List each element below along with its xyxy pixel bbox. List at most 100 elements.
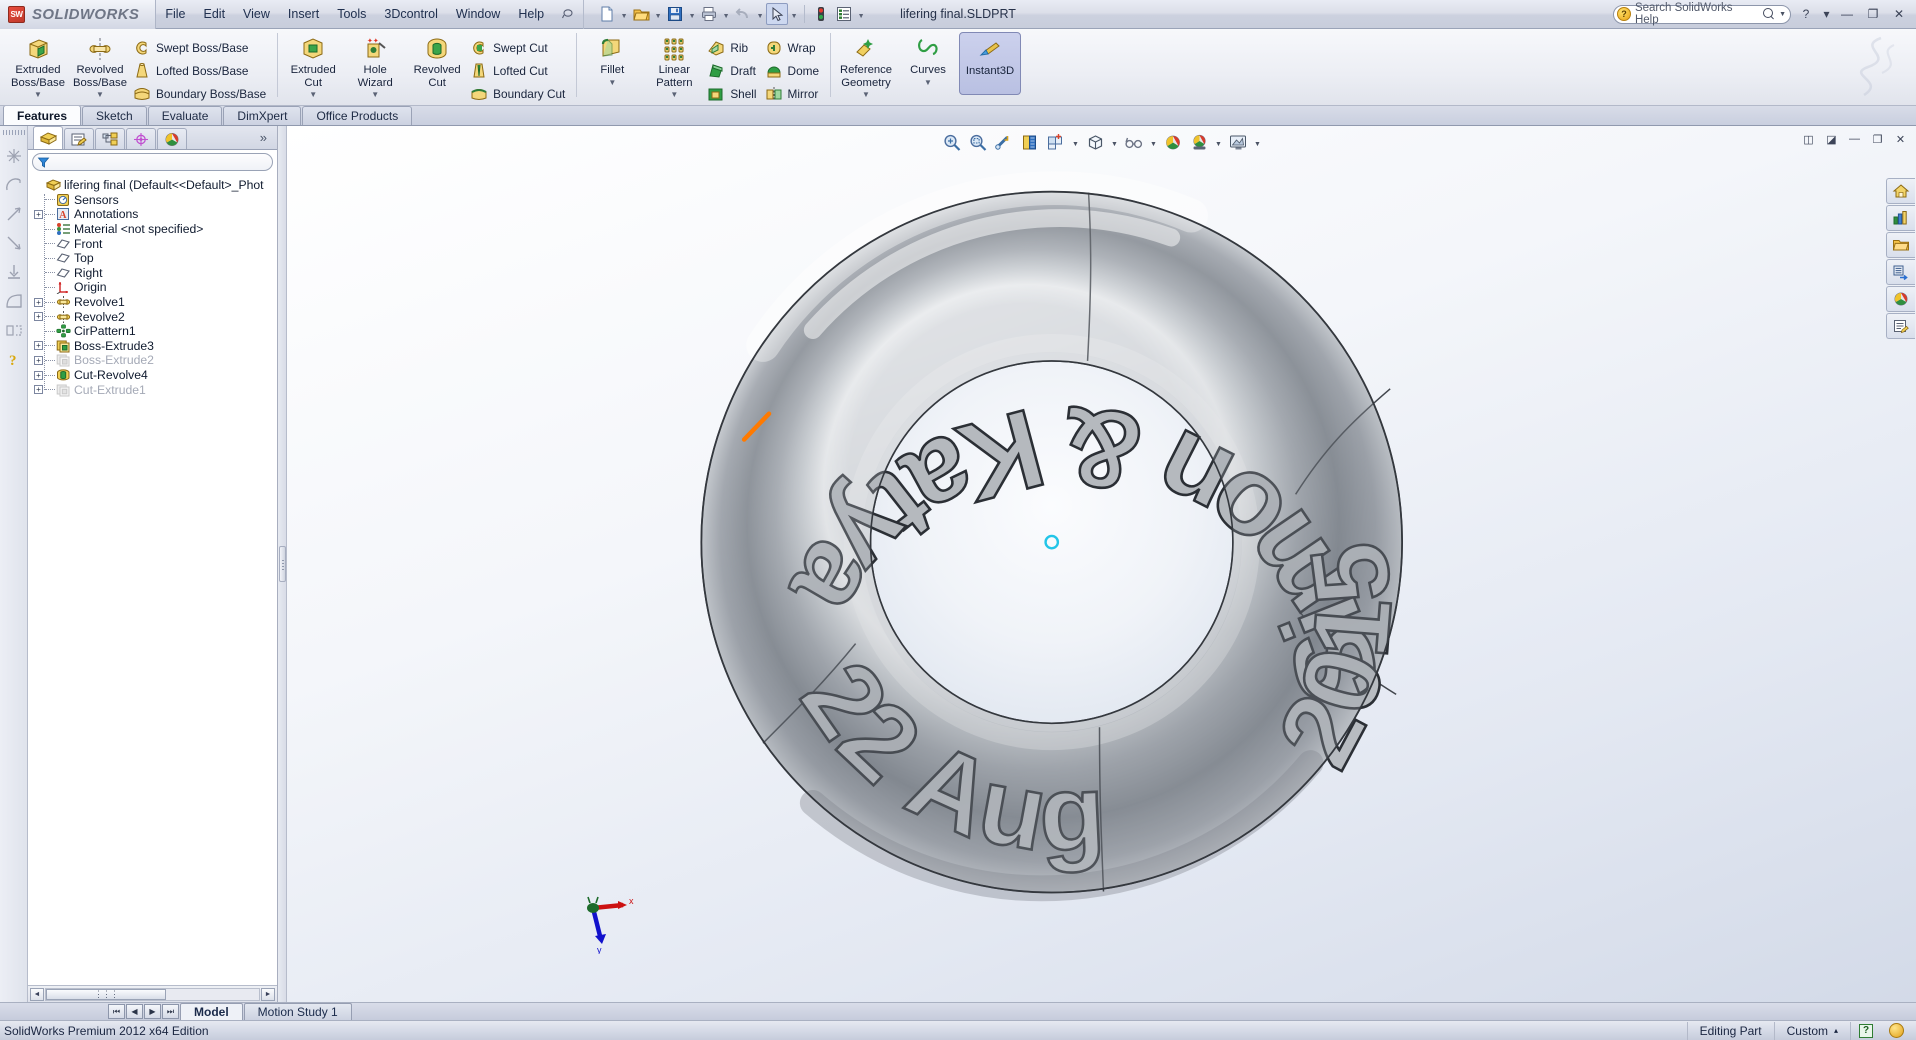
apply-scene-dropdown[interactable]: ▼ [1213,130,1224,154]
view-palette-button[interactable] [1886,259,1915,285]
custom-properties-button[interactable] [1886,313,1915,339]
extruded-boss-base-button[interactable]: Extruded Boss/Base [7,32,69,89]
shell-button[interactable]: Shell [705,83,762,104]
tree-item-right-plane[interactable]: Right [34,266,277,281]
help-dropdown[interactable]: ▾ [1821,5,1832,24]
doc-restore-button[interactable]: ❐ [1867,129,1888,149]
hide-show-items-button[interactable] [1122,130,1146,154]
tree-expand-revolve2[interactable]: + [34,312,43,322]
tab-motion-study-1[interactable]: Motion Study 1 [243,1003,352,1020]
curves-button[interactable]: Curves [897,32,959,77]
select-dropdown[interactable]: ▼ [789,3,799,25]
tree-item-boss-extrude2[interactable]: + Boss-Extrude2 [34,353,277,368]
reference-geometry-dropdown[interactable]: ▼ [835,90,897,99]
curves-dropdown[interactable]: ▼ [897,78,959,87]
sketch-arc-icon[interactable] [4,175,24,195]
tab-office-products[interactable]: Office Products [302,106,413,125]
tree-item-root[interactable]: lifering final (Default<<Default>_Phot [34,178,277,193]
graphics-area[interactable]: ▼ ▼ ▼ ▼ ▼ ◫ ◪ — ❐ ✕ x y [287,126,1916,1002]
search-icon[interactable] [1763,8,1775,20]
extruded-cut-button[interactable]: Extruded Cut [282,32,344,89]
search-solidworks-help-box[interactable]: ? Search SolidWorks Help ▼ [1613,2,1791,26]
fillet-dropdown[interactable]: ▼ [581,78,643,87]
featuremanager-design-tree-tab[interactable] [33,126,63,149]
search-dropdown-caret[interactable]: ▼ [1779,11,1786,18]
doc-close-button[interactable]: ✕ [1890,129,1911,149]
tree-expand-annotations[interactable]: + [34,209,43,219]
configuration-manager-tab[interactable] [95,128,125,149]
hole-wizard-dropdown[interactable]: ▼ [344,90,406,99]
restore-button[interactable]: ❐ [1862,5,1884,24]
toolbar-grip[interactable] [2,130,25,135]
tab-model[interactable]: Model [180,1003,243,1020]
status-help-cell[interactable]: ? [1850,1021,1881,1040]
display-style-button[interactable] [1083,130,1107,154]
reference-geometry-button[interactable]: Reference Geometry [835,32,897,89]
status-units-caret[interactable]: ▴ [1834,1026,1838,1035]
menu-edit[interactable]: Edit [195,4,235,24]
splitter-handle[interactable] [279,546,286,582]
boundary-boss-base-button[interactable]: Boundary Boss/Base [131,83,272,104]
sketch-fillet-icon[interactable] [4,291,24,311]
section-view-button[interactable] [1018,130,1042,154]
nav-next-button[interactable]: ▶ [144,1004,161,1019]
menu-3dcontrol[interactable]: 3Dcontrol [375,4,447,24]
open-document-dropdown[interactable]: ▼ [653,3,663,25]
options-dropdown[interactable]: ▼ [856,3,866,25]
design-library-button[interactable] [1886,205,1915,231]
help-button[interactable]: ? [1795,5,1817,24]
solidworks-logo[interactable]: SW SOLIDWORKS [0,0,157,29]
dome-button[interactable]: Dome [763,60,825,81]
menu-tools[interactable]: Tools [328,4,375,24]
options-button[interactable] [833,3,855,25]
scroll-track[interactable]: ⋮⋮⋮ [45,987,260,1001]
menu-help[interactable]: Help [509,4,553,24]
feature-tree-hscrollbar[interactable]: ◄ ⋮⋮⋮ ► [28,985,277,1002]
view-orientation-dropdown[interactable]: ▼ [1070,130,1081,154]
tree-item-boss-extrude3[interactable]: + Boss-Extrude3 [34,339,277,354]
revolved-cut-button[interactable]: Revolved Cut [406,32,468,89]
apply-scene-button[interactable] [1187,130,1211,154]
save-button[interactable] [664,3,686,25]
sketch-point-icon[interactable] [4,146,24,166]
close-button[interactable]: ✕ [1888,5,1910,24]
boundary-cut-button[interactable]: Boundary Cut [468,83,571,104]
lofted-boss-base-button[interactable]: Lofted Boss/Base [131,60,272,81]
menu-file[interactable]: File [156,4,194,24]
menu-view[interactable]: View [234,4,279,24]
doc-tile-right-button[interactable]: ◪ [1821,129,1842,149]
view-settings-button[interactable] [1226,130,1250,154]
linear-pattern-button[interactable]: Linear Pattern [643,32,705,89]
help-question-icon[interactable]: ? [4,349,24,369]
tree-item-origin[interactable]: Origin [34,280,277,295]
sketch-mirror-icon[interactable] [4,320,24,340]
tree-expand-boss-extrude2[interactable]: + [34,355,43,365]
search-input[interactable]: Search SolidWorks Help [1635,2,1759,26]
view-settings-dropdown[interactable]: ▼ [1252,130,1263,154]
print-button[interactable] [698,3,720,25]
display-manager-tab[interactable] [157,128,187,149]
sketch-trim-icon[interactable] [4,233,24,253]
tree-item-annotations[interactable]: + A Annotations [34,207,277,222]
previous-view-button[interactable] [992,130,1016,154]
property-manager-tab[interactable] [64,128,94,149]
tree-item-front-plane[interactable]: Front [34,236,277,251]
swept-boss-base-button[interactable]: Swept Boss/Base [131,37,272,58]
tree-item-cut-extrude1[interactable]: + Cut-Extrude1 [34,382,277,397]
nav-first-button[interactable]: ⏮ [108,1004,125,1019]
tree-item-material[interactable]: Material <not specified> [34,222,277,237]
save-dropdown[interactable]: ▼ [687,3,697,25]
tree-item-cirpattern1[interactable]: CirPattern1 [34,324,277,339]
tree-expand-boss-extrude3[interactable]: + [34,341,43,351]
print-dropdown[interactable]: ▼ [721,3,731,25]
revolved-boss-base-button[interactable]: Revolved Boss/Base [69,32,131,89]
swept-cut-button[interactable]: Swept Cut [468,37,571,58]
pushpin-icon[interactable] [559,5,577,23]
view-orientation-button[interactable] [1044,130,1068,154]
solidworks-resources-button[interactable] [1886,178,1915,204]
status-coin-cell[interactable] [1881,1022,1912,1040]
menu-insert[interactable]: Insert [279,4,328,24]
tab-evaluate[interactable]: Evaluate [147,106,223,125]
sketch-dimension-icon[interactable] [4,262,24,282]
select-button[interactable] [766,3,789,25]
